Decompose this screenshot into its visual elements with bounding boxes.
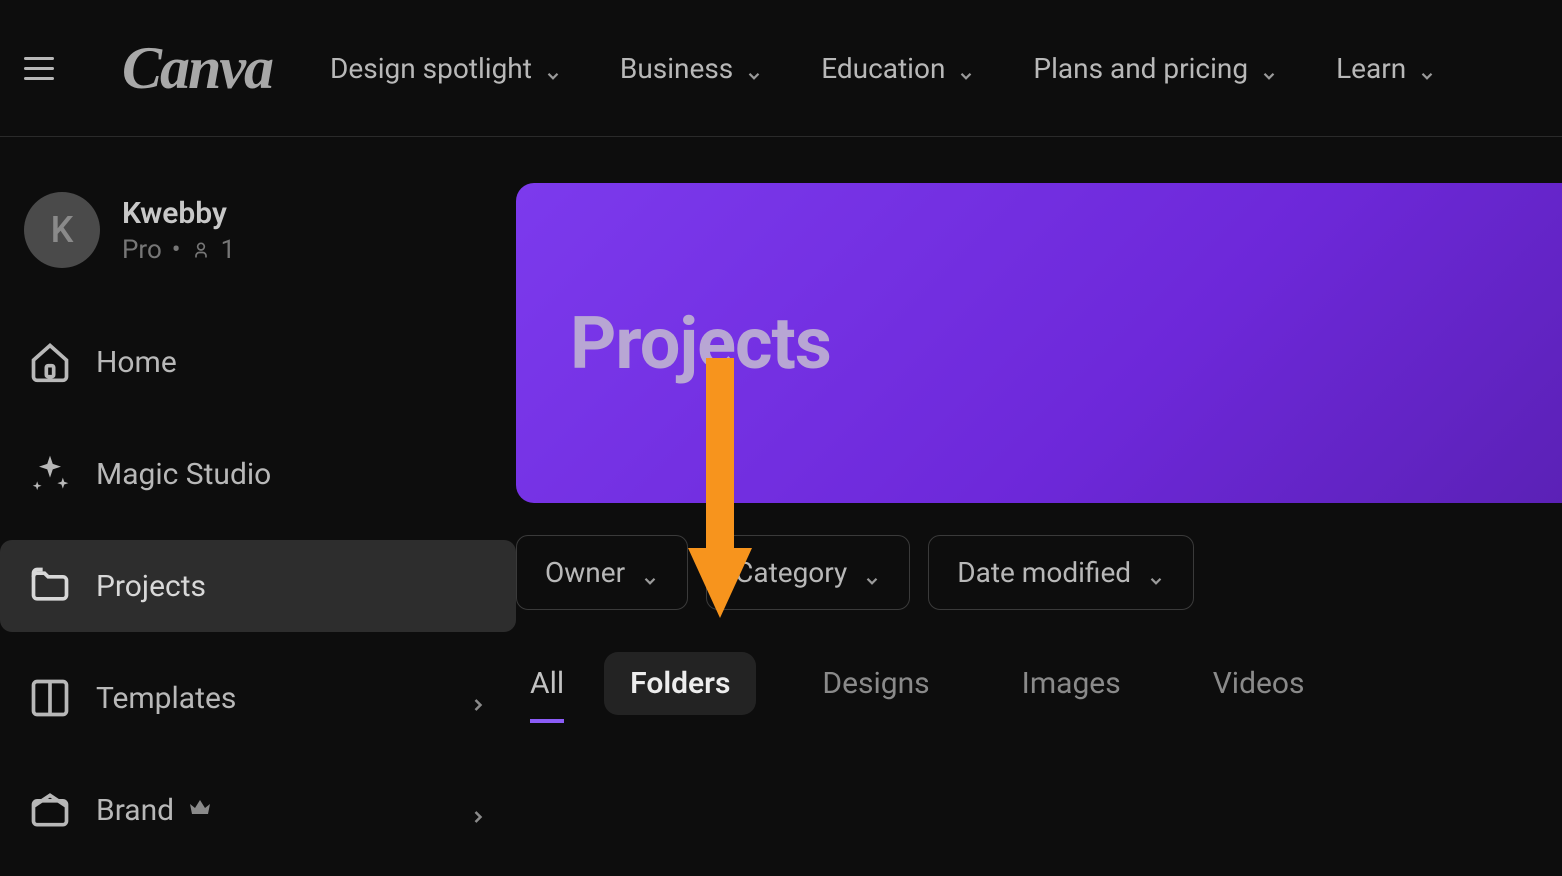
brand-icon xyxy=(28,788,72,832)
user-block[interactable]: K Kwebby Pro • 1 xyxy=(0,192,516,316)
chevron-down-icon xyxy=(544,59,562,77)
sidebar-nav: Home Magic Studio Projects Templates xyxy=(0,316,516,876)
tab-videos[interactable]: Videos xyxy=(1187,652,1331,715)
avatar: K xyxy=(24,192,100,268)
chevron-down-icon xyxy=(745,59,763,77)
filter-category[interactable]: Category xyxy=(706,535,910,610)
filter-date-modified[interactable]: Date modified xyxy=(928,535,1194,610)
topnav-plans-pricing[interactable]: Plans and pricing xyxy=(1033,52,1278,85)
top-navigation: Canva Design spotlight Business Educatio… xyxy=(0,0,1562,137)
tab-images[interactable]: Images xyxy=(996,652,1147,715)
tab-folders[interactable]: Folders xyxy=(604,652,756,715)
sidebar-item-brand[interactable]: Brand xyxy=(0,764,516,856)
user-member-count: 1 xyxy=(221,235,236,265)
sidebar-item-label: Projects xyxy=(96,569,488,604)
sidebar-item-label: Brand xyxy=(96,793,444,828)
sidebar: K Kwebby Pro • 1 Home xyxy=(0,137,516,758)
chevron-down-icon xyxy=(1418,59,1436,77)
topnav-learn[interactable]: Learn xyxy=(1336,52,1436,85)
chevron-down-icon xyxy=(1260,59,1278,77)
topnav-education[interactable]: Education xyxy=(821,52,975,85)
topnav-label: Plans and pricing xyxy=(1033,52,1248,85)
sidebar-item-templates[interactable]: Templates xyxy=(0,652,516,744)
topnav-label: Learn xyxy=(1336,52,1406,85)
folder-icon xyxy=(28,564,72,608)
filter-bar: Owner Category Date modified xyxy=(516,503,1562,610)
page-title: Projects xyxy=(570,301,831,386)
user-meta: Pro • 1 xyxy=(122,235,235,265)
brand-logo[interactable]: Canva xyxy=(122,34,272,103)
filter-label: Category xyxy=(735,556,847,589)
chevron-right-icon xyxy=(468,688,488,708)
tab-all[interactable]: All xyxy=(530,652,564,715)
topnav-label: Education xyxy=(821,52,945,85)
topnav-label: Business xyxy=(620,52,733,85)
tab-designs[interactable]: Designs xyxy=(796,652,955,715)
chevron-down-icon xyxy=(863,564,881,582)
sidebar-item-label: Home xyxy=(96,345,488,380)
tab-bar: All Folders Designs Images Videos xyxy=(516,610,1562,715)
sparkle-icon xyxy=(28,452,72,496)
sidebar-item-label: Magic Studio xyxy=(96,457,488,492)
top-menu: Design spotlight Business Education Plan… xyxy=(330,52,1436,85)
user-plan: Pro xyxy=(122,235,162,265)
topnav-business[interactable]: Business xyxy=(620,52,763,85)
crown-icon xyxy=(188,796,212,820)
user-name: Kwebby xyxy=(122,196,235,231)
topnav-design-spotlight[interactable]: Design spotlight xyxy=(330,52,562,85)
chevron-down-icon xyxy=(957,59,975,77)
sidebar-item-label: Templates xyxy=(96,681,444,716)
filter-owner[interactable]: Owner xyxy=(516,535,688,610)
topnav-label: Design spotlight xyxy=(330,52,532,85)
templates-icon xyxy=(28,676,72,720)
chevron-right-icon xyxy=(468,800,488,820)
sidebar-item-projects[interactable]: Projects xyxy=(0,540,516,632)
main-area: K Kwebby Pro • 1 Home xyxy=(0,137,1562,758)
user-info: Kwebby Pro • 1 xyxy=(122,196,235,265)
sidebar-item-magic-studio[interactable]: Magic Studio xyxy=(0,428,516,520)
chevron-down-icon xyxy=(1147,564,1165,582)
chevron-down-icon xyxy=(641,564,659,582)
filter-label: Date modified xyxy=(957,556,1131,589)
sidebar-item-home[interactable]: Home xyxy=(0,316,516,408)
person-icon xyxy=(191,240,211,260)
content: Projects Owner Category Date modified xyxy=(516,137,1562,758)
filter-label: Owner xyxy=(545,556,625,589)
hamburger-menu-icon[interactable] xyxy=(24,48,64,88)
home-icon xyxy=(28,340,72,384)
page-banner: Projects xyxy=(516,183,1562,503)
